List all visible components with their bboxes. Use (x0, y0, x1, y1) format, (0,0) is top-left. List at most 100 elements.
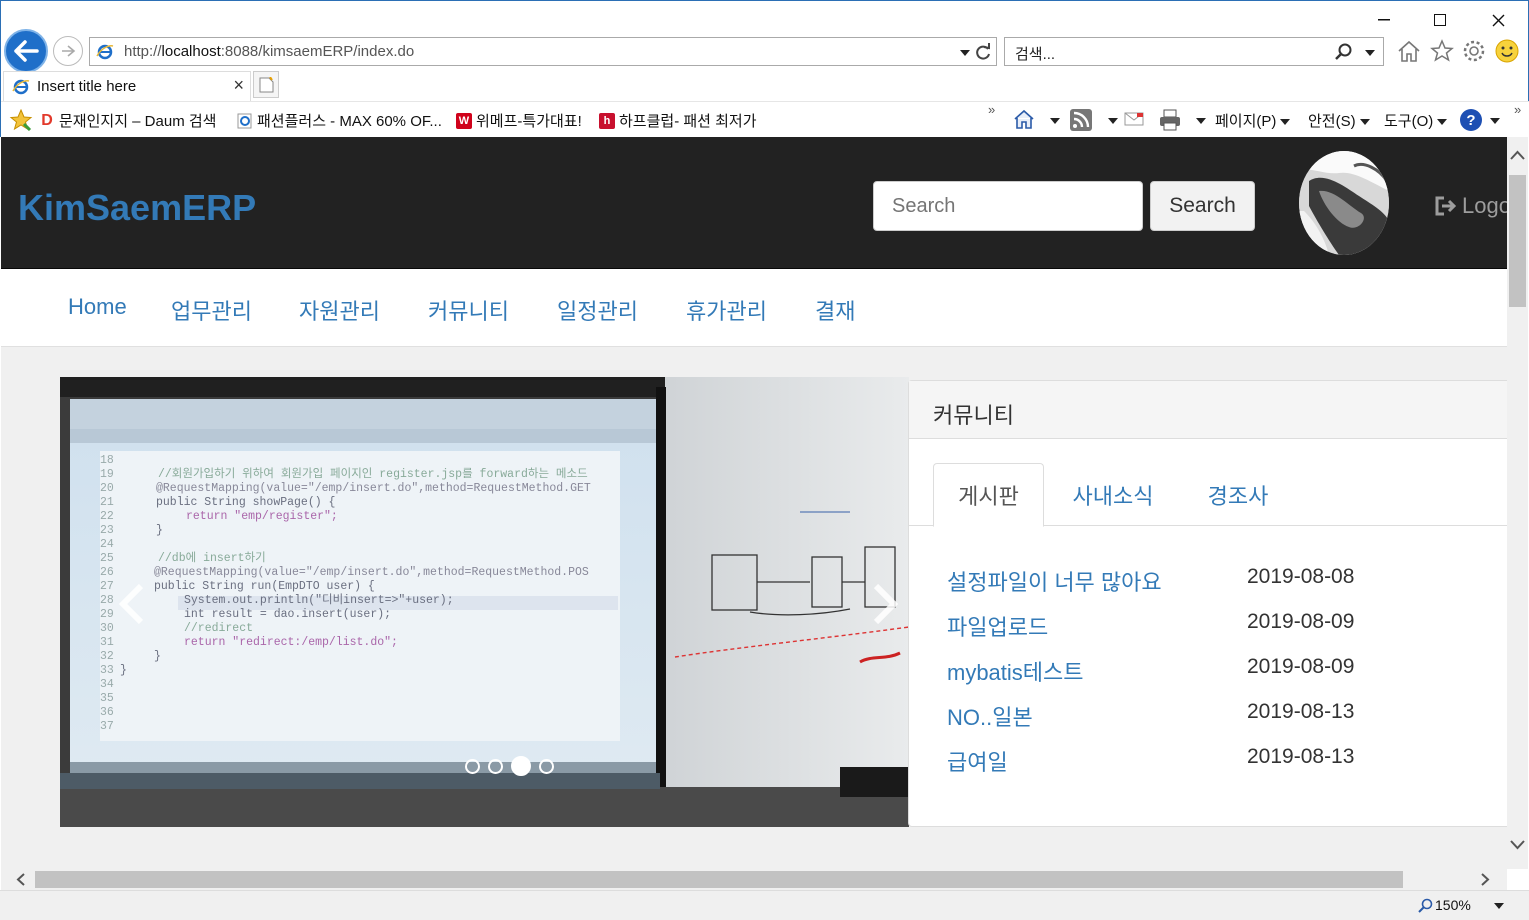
post-title-link[interactable]: 파일업로드 (947, 610, 1048, 642)
svg-text:31: 31 (100, 636, 114, 649)
page-menu[interactable]: 페이지(P) (1215, 110, 1291, 131)
menu-item-resources[interactable]: 자원관리 (299, 294, 380, 326)
horizontal-scrollbar[interactable] (1, 869, 1507, 890)
favorite-label: 위메프-특가대표! (476, 113, 582, 130)
refresh-icon[interactable] (974, 43, 992, 61)
tab-family-events[interactable]: 경조사 (1185, 463, 1291, 526)
home-icon[interactable] (1397, 39, 1421, 63)
tools-menu[interactable]: 도구(O) (1384, 110, 1448, 131)
minimize-button[interactable] (1361, 7, 1407, 33)
chevron-down-icon (1359, 119, 1370, 126)
scroll-down-icon[interactable] (1509, 839, 1526, 851)
search-dropdown-icon[interactable] (1365, 50, 1375, 56)
svg-text:}: } (154, 650, 161, 663)
svg-text:public String showPage() {: public String showPage() { (156, 496, 335, 509)
menu-item-approval[interactable]: 결재 (815, 294, 855, 326)
browser-search-box[interactable]: 검색... (1004, 37, 1384, 66)
svg-text:24: 24 (100, 538, 114, 551)
rss-dropdown-icon[interactable] (1108, 118, 1118, 124)
menu-item-community[interactable]: 커뮤니티 (428, 294, 509, 326)
brand-logo[interactable]: KimSaemERP (18, 187, 256, 229)
close-tab-icon[interactable]: × (233, 75, 244, 96)
post-title-link[interactable]: 설정파일이 너무 많아요 (947, 565, 1162, 597)
forward-button[interactable] (53, 36, 83, 66)
favorite-halfclub[interactable]: h 하프클럽- 패션 최저가 (599, 110, 757, 131)
favorite-wemakeprice[interactable]: W 위메프-특가대표! (456, 110, 582, 131)
scroll-up-icon[interactable] (1509, 149, 1526, 161)
list-item: 설정파일이 너무 많아요 2019-08-08 (947, 565, 1467, 595)
address-bar[interactable]: http://localhost:8088/kimsaemERP/index.d… (89, 37, 997, 66)
carousel-indicator[interactable] (539, 758, 554, 774)
search-input[interactable] (873, 181, 1143, 231)
list-item: NO..일본 2019-08-13 (947, 700, 1467, 730)
address-dropdown-icon[interactable] (960, 50, 970, 56)
zoom-dropdown-icon[interactable] (1494, 903, 1504, 909)
maximize-button[interactable] (1417, 7, 1463, 33)
printer-icon[interactable] (1158, 109, 1182, 131)
print-dropdown-icon[interactable] (1196, 118, 1206, 124)
help-icon[interactable]: ? (1459, 108, 1483, 132)
new-tab-button[interactable] (253, 71, 279, 98)
halfclub-icon: h (599, 112, 615, 129)
gear-icon[interactable] (1462, 39, 1486, 63)
menu-item-schedule[interactable]: 일정관리 (557, 294, 638, 326)
search-button[interactable]: Search (1150, 181, 1255, 231)
menu-item-home[interactable]: Home (68, 294, 127, 320)
tools-menu-label: 도구(O) (1384, 113, 1434, 130)
favorite-fashionplus[interactable]: 패션플러스 - MAX 60% OF... (237, 110, 442, 131)
svg-text:27: 27 (100, 580, 114, 593)
chevron-more-icon[interactable]: » (988, 102, 995, 117)
post-date: 2019-08-09 (1247, 655, 1355, 678)
back-button[interactable] (4, 29, 48, 73)
vertical-scroll-thumb[interactable] (1509, 175, 1526, 307)
carousel-indicator[interactable] (465, 758, 480, 774)
help-dropdown-icon[interactable] (1490, 118, 1500, 124)
favorites-star-icon[interactable] (9, 109, 33, 131)
favorite-daum[interactable]: D 문재인지지 – Daum 검색 (39, 110, 216, 131)
home-icon[interactable] (1013, 109, 1035, 129)
close-window-button[interactable] (1475, 7, 1521, 33)
scroll-right-icon[interactable] (1479, 872, 1491, 887)
zoom-level[interactable]: 150% (1435, 897, 1471, 913)
carousel-indicator-active[interactable] (511, 756, 531, 776)
smiley-feedback-icon[interactable] (1494, 38, 1520, 64)
image-carousel: 18 19 20 21 22 23 24 25 26 27 28 29 30 31 32 33 34 35… (60, 377, 909, 827)
carousel-indicators (465, 756, 554, 776)
horizontal-scroll-thumb[interactable] (35, 871, 1403, 888)
svg-text:}: } (156, 524, 163, 537)
menu-item-work[interactable]: 업무관리 (171, 294, 252, 326)
community-tabs: 게시판 사내소식 경조사 (909, 463, 1507, 527)
community-panel: 커뮤니티 게시판 사내소식 경조사 설정파일이 너무 많아요 2019-08-0… (908, 380, 1507, 827)
mail-icon[interactable] (1124, 110, 1144, 128)
avatar[interactable] (1299, 151, 1389, 255)
tab-company-news[interactable]: 사내소식 (1055, 463, 1171, 526)
rss-feed-icon[interactable] (1070, 109, 1092, 131)
tab-title: Insert title here (37, 78, 137, 95)
svg-text:?: ? (1466, 112, 1475, 129)
home-dropdown-icon[interactable] (1050, 118, 1060, 124)
app-navbar: KimSaemERP Search Logo (1, 137, 1507, 269)
star-favorites-icon[interactable] (1430, 39, 1454, 63)
post-title-link[interactable]: mybatis테스트 (947, 655, 1084, 687)
post-title-link[interactable]: NO..일본 (947, 700, 1033, 732)
browser-tab[interactable]: Insert title here × (3, 71, 251, 101)
svg-text:28: 28 (100, 594, 114, 607)
chevron-more-icon[interactable]: » (1514, 102, 1521, 117)
safety-menu[interactable]: 안전(S) (1308, 110, 1370, 131)
search-icon[interactable] (1335, 43, 1353, 61)
svg-text:26: 26 (100, 566, 114, 579)
post-title-link[interactable]: 급여일 (947, 745, 1008, 777)
carousel-prev-icon[interactable] (115, 582, 147, 626)
logout-link[interactable]: Logo (1434, 193, 1507, 219)
svg-text:23: 23 (100, 524, 114, 537)
carousel-indicator[interactable] (488, 758, 503, 774)
carousel-next-icon[interactable] (870, 582, 902, 626)
svg-text:System.out.println("디비insert=>: System.out.println("디비insert=>"+user); (184, 593, 454, 607)
ie-page-icon (12, 79, 30, 95)
url-text[interactable]: http://localhost:8088/kimsaemERP/index.d… (124, 43, 414, 60)
vertical-scrollbar[interactable] (1507, 137, 1528, 869)
arrow-left-icon (14, 40, 39, 62)
menu-item-vacation[interactable]: 휴가관리 (686, 294, 767, 326)
tab-board[interactable]: 게시판 (933, 463, 1044, 527)
scroll-left-icon[interactable] (15, 872, 27, 887)
